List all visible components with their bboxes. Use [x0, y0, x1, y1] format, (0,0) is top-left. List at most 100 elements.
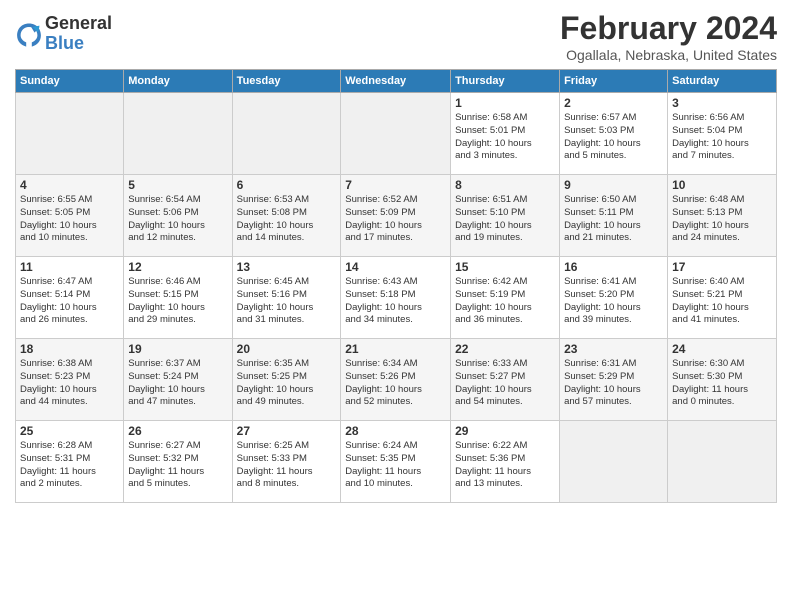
- day-detail-21: Sunrise: 6:34 AM Sunset: 5:26 PM Dayligh…: [345, 358, 446, 409]
- day-number-4: 4: [20, 178, 119, 192]
- calendar-cell-w3-d6: 16 Sunrise: 6:41 AM Sunset: 5:20 PM Dayli…: [560, 257, 668, 339]
- day-detail-3: Sunrise: 6:56 AM Sunset: 5:04 PM Dayligh…: [672, 112, 772, 163]
- calendar-table: Sunday Monday Tuesday Wednesday Thursday…: [15, 69, 777, 503]
- col-tuesday: Tuesday: [232, 70, 341, 93]
- calendar-cell-w2-d3: 6 Sunrise: 6:53 AM Sunset: 5:08 PM Daylig…: [232, 175, 341, 257]
- col-thursday: Thursday: [451, 70, 560, 93]
- title-section: February 2024 Ogallala, Nebraska, United…: [560, 10, 777, 63]
- day-number-23: 23: [564, 342, 663, 356]
- calendar-cell-w1-d6: 2 Sunrise: 6:57 AM Sunset: 5:03 PM Daylig…: [560, 93, 668, 175]
- subtitle: Ogallala, Nebraska, United States: [560, 47, 777, 63]
- week-row-2: 4Sunrise: 6:55 AM Sunset: 5:05 PM Daylig…: [16, 175, 777, 257]
- logo: General Blue: [15, 14, 112, 54]
- day-detail-9: Sunrise: 6:50 AM Sunset: 5:11 PM Dayligh…: [564, 194, 663, 245]
- day-number-22: 22: [455, 342, 555, 356]
- day-detail-20: Sunrise: 6:35 AM Sunset: 5:25 PM Dayligh…: [237, 358, 337, 409]
- day-detail-17: Sunrise: 6:40 AM Sunset: 5:21 PM Dayligh…: [672, 276, 772, 327]
- day-detail-2: Sunrise: 6:57 AM Sunset: 5:03 PM Dayligh…: [564, 112, 663, 163]
- day-number-27: 27: [237, 424, 337, 438]
- calendar-cell-w3-d2: 12 Sunrise: 6:46 AM Sunset: 5:15 PM Dayli…: [124, 257, 232, 339]
- day-number-10: 10: [672, 178, 772, 192]
- calendar-cell-w2-d6: 9Sunrise: 6:50 AM Sunset: 5:11 PM Daylig…: [560, 175, 668, 257]
- day-detail-25: Sunrise: 6:28 AM Sunset: 5:31 PM Dayligh…: [20, 440, 119, 491]
- day-number-21: 21: [345, 342, 446, 356]
- day-number-19: 19: [128, 342, 227, 356]
- calendar-cell-w4-d4: 21 Sunrise: 6:34 AM Sunset: 5:26 PM Dayli…: [341, 339, 451, 421]
- day-number-16: 16: [564, 260, 663, 274]
- day-detail-6: Sunrise: 6:53 AM Sunset: 5:08 PM Dayligh…: [237, 194, 337, 245]
- calendar-cell-w2-d1: 4Sunrise: 6:55 AM Sunset: 5:05 PM Daylig…: [16, 175, 124, 257]
- day-detail-24: Sunrise: 6:30 AM Sunset: 5:30 PM Dayligh…: [672, 358, 772, 409]
- calendar-cell-w5-d5: 29 Sunrise: 6:22 AM Sunset: 5:36 PM Dayli…: [451, 421, 560, 503]
- day-detail-18: Sunrise: 6:38 AM Sunset: 5:23 PM Dayligh…: [20, 358, 119, 409]
- day-number-14: 14: [345, 260, 446, 274]
- calendar-cell-w1-d7: 3 Sunrise: 6:56 AM Sunset: 5:04 PM Daylig…: [668, 93, 777, 175]
- day-number-1: 1: [455, 96, 555, 110]
- day-number-12: 12: [128, 260, 227, 274]
- col-monday: Monday: [124, 70, 232, 93]
- col-sunday: Sunday: [16, 70, 124, 93]
- calendar-cell-w3-d7: 17 Sunrise: 6:40 AM Sunset: 5:21 PM Dayli…: [668, 257, 777, 339]
- day-number-13: 13: [237, 260, 337, 274]
- day-detail-19: Sunrise: 6:37 AM Sunset: 5:24 PM Dayligh…: [128, 358, 227, 409]
- day-number-28: 28: [345, 424, 446, 438]
- calendar-cell-w5-d4: 28Sunrise: 6:24 AM Sunset: 5:35 PM Dayli…: [341, 421, 451, 503]
- calendar-cell-w4-d5: 22 Sunrise: 6:33 AM Sunset: 5:27 PM Dayli…: [451, 339, 560, 421]
- day-number-7: 7: [345, 178, 446, 192]
- calendar-cell-w4-d2: 19 Sunrise: 6:37 AM Sunset: 5:24 PM Dayli…: [124, 339, 232, 421]
- day-detail-26: Sunrise: 6:27 AM Sunset: 5:32 PM Dayligh…: [128, 440, 227, 491]
- calendar-cell-w3-d4: 14Sunrise: 6:43 AM Sunset: 5:18 PM Dayli…: [341, 257, 451, 339]
- calendar-cell-w3-d5: 15Sunrise: 6:42 AM Sunset: 5:19 PM Dayli…: [451, 257, 560, 339]
- day-number-29: 29: [455, 424, 555, 438]
- day-detail-29: Sunrise: 6:22 AM Sunset: 5:36 PM Dayligh…: [455, 440, 555, 491]
- calendar-cell-w5-d7: [668, 421, 777, 503]
- calendar-cell-w2-d2: 5 Sunrise: 6:54 AM Sunset: 5:06 PM Daylig…: [124, 175, 232, 257]
- day-detail-23: Sunrise: 6:31 AM Sunset: 5:29 PM Dayligh…: [564, 358, 663, 409]
- day-detail-22: Sunrise: 6:33 AM Sunset: 5:27 PM Dayligh…: [455, 358, 555, 409]
- calendar-cell-w4-d1: 18 Sunrise: 6:38 AM Sunset: 5:23 PM Dayli…: [16, 339, 124, 421]
- calendar-cell-w5-d2: 26 Sunrise: 6:27 AM Sunset: 5:32 PM Dayli…: [124, 421, 232, 503]
- day-number-3: 3: [672, 96, 772, 110]
- day-number-6: 6: [237, 178, 337, 192]
- week-row-4: 18 Sunrise: 6:38 AM Sunset: 5:23 PM Dayli…: [16, 339, 777, 421]
- week-row-5: 25 Sunrise: 6:28 AM Sunset: 5:31 PM Dayli…: [16, 421, 777, 503]
- calendar-cell-w1-d1: [16, 93, 124, 175]
- day-number-5: 5: [128, 178, 227, 192]
- day-detail-12: Sunrise: 6:46 AM Sunset: 5:15 PM Dayligh…: [128, 276, 227, 327]
- day-detail-11: Sunrise: 6:47 AM Sunset: 5:14 PM Dayligh…: [20, 276, 119, 327]
- day-detail-10: Sunrise: 6:48 AM Sunset: 5:13 PM Dayligh…: [672, 194, 772, 245]
- week-row-1: 1 Sunrise: 6:58 AM Sunset: 5:01 PM Daylig…: [16, 93, 777, 175]
- calendar-cell-w3-d1: 11 Sunrise: 6:47 AM Sunset: 5:14 PM Dayli…: [16, 257, 124, 339]
- calendar-cell-w2-d5: 8Sunrise: 6:51 AM Sunset: 5:10 PM Daylig…: [451, 175, 560, 257]
- col-friday: Friday: [560, 70, 668, 93]
- main-title: February 2024: [560, 10, 777, 47]
- col-saturday: Saturday: [668, 70, 777, 93]
- day-number-25: 25: [20, 424, 119, 438]
- day-number-20: 20: [237, 342, 337, 356]
- calendar-cell-w2-d7: 10 Sunrise: 6:48 AM Sunset: 5:13 PM Dayli…: [668, 175, 777, 257]
- day-detail-13: Sunrise: 6:45 AM Sunset: 5:16 PM Dayligh…: [237, 276, 337, 327]
- day-detail-7: Sunrise: 6:52 AM Sunset: 5:09 PM Dayligh…: [345, 194, 446, 245]
- day-number-15: 15: [455, 260, 555, 274]
- calendar-cell-w2-d4: 7 Sunrise: 6:52 AM Sunset: 5:09 PM Daylig…: [341, 175, 451, 257]
- week-row-3: 11 Sunrise: 6:47 AM Sunset: 5:14 PM Dayli…: [16, 257, 777, 339]
- day-number-2: 2: [564, 96, 663, 110]
- logo-icon: [15, 20, 43, 48]
- calendar-cell-w3-d3: 13 Sunrise: 6:45 AM Sunset: 5:16 PM Dayli…: [232, 257, 341, 339]
- day-detail-16: Sunrise: 6:41 AM Sunset: 5:20 PM Dayligh…: [564, 276, 663, 327]
- day-detail-1: Sunrise: 6:58 AM Sunset: 5:01 PM Dayligh…: [455, 112, 555, 163]
- day-detail-5: Sunrise: 6:54 AM Sunset: 5:06 PM Dayligh…: [128, 194, 227, 245]
- logo-text-line2: Blue: [45, 34, 112, 54]
- calendar-cell-w4-d7: 24Sunrise: 6:30 AM Sunset: 5:30 PM Dayli…: [668, 339, 777, 421]
- day-number-11: 11: [20, 260, 119, 274]
- day-detail-27: Sunrise: 6:25 AM Sunset: 5:33 PM Dayligh…: [237, 440, 337, 491]
- day-number-18: 18: [20, 342, 119, 356]
- header: General Blue February 2024 Ogallala, Neb…: [15, 10, 777, 63]
- col-wednesday: Wednesday: [341, 70, 451, 93]
- calendar-cell-w1-d4: [341, 93, 451, 175]
- day-number-17: 17: [672, 260, 772, 274]
- calendar-cell-w1-d2: [124, 93, 232, 175]
- calendar-cell-w5-d6: [560, 421, 668, 503]
- calendar-cell-w4-d3: 20 Sunrise: 6:35 AM Sunset: 5:25 PM Dayli…: [232, 339, 341, 421]
- day-number-26: 26: [128, 424, 227, 438]
